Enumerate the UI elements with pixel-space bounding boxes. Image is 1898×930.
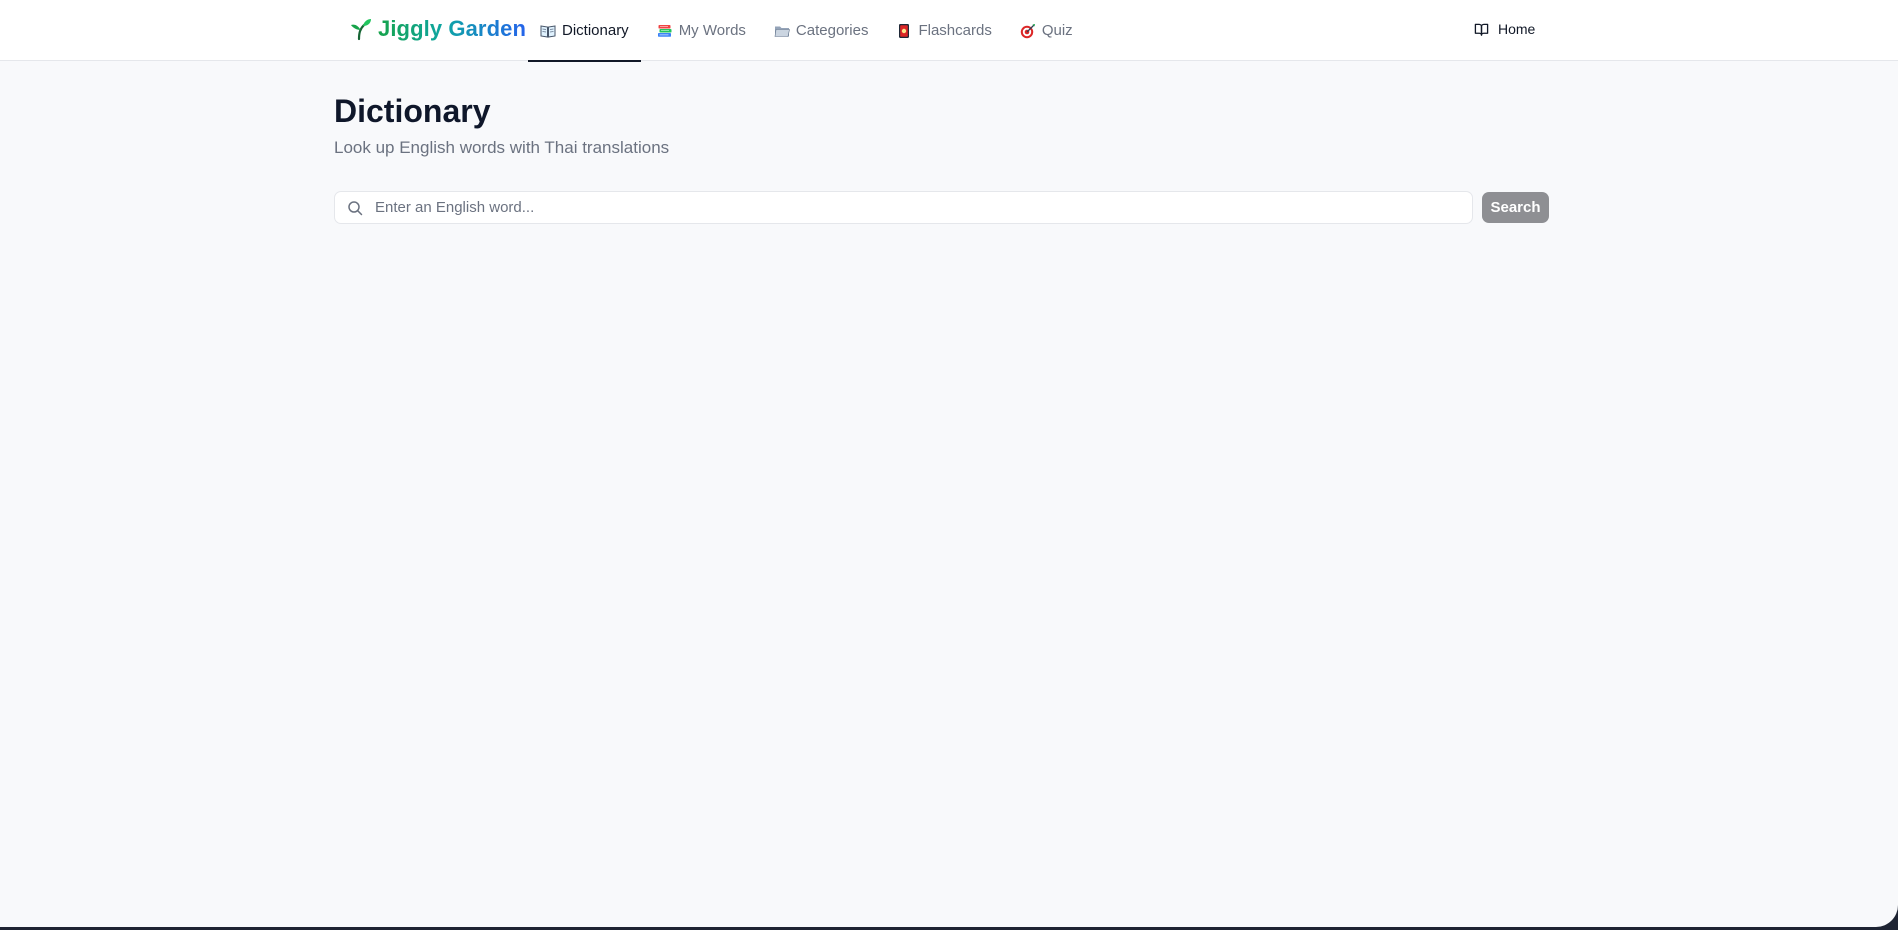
nav-label: Quiz [1041,22,1073,39]
seedling-icon [351,19,371,41]
nav-item-flashcards[interactable]: Flashcards [884,0,1003,61]
book-outline-icon [1474,23,1489,36]
target-icon [1020,23,1035,38]
folder-icon [774,26,790,37]
search-icon [348,201,363,216]
nav-label: Dictionary [562,22,629,39]
app-window: Jiggly Garden Dictionary My Words Catego… [0,0,1898,927]
page-title: Dictionary [334,93,491,129]
brand-logo-link[interactable]: Jiggly Garden [348,14,526,44]
search-input[interactable] [335,192,1472,223]
home-label: Home [1498,21,1536,37]
search-row: Search [334,191,1549,224]
nav-label: Flashcards [918,22,992,39]
books-stack-icon [657,24,672,37]
main-nav: Dictionary My Words Categories Flashcard… [528,0,1089,62]
search-button[interactable]: Search [1482,192,1549,223]
nav-label: My Words [678,22,746,39]
search-box [334,191,1473,224]
home-link[interactable]: Home [1474,17,1535,41]
nav-label: Categories [795,22,869,39]
nav-item-categories[interactable]: Categories [762,0,881,61]
open-book-icon [540,24,556,38]
nav-item-quiz[interactable]: Quiz [1008,0,1085,61]
nav-item-my-words[interactable]: My Words [645,0,758,61]
nav-item-dictionary[interactable]: Dictionary [528,0,641,62]
page-subtitle: Look up English words with Thai translat… [334,138,670,157]
main-content: Dictionary Look up English words with Th… [334,92,1549,224]
flashcard-icon [899,23,910,38]
app-name: Jiggly Garden [378,16,527,41]
top-navigation-bar: Jiggly Garden Dictionary My Words Catego… [0,0,1898,62]
